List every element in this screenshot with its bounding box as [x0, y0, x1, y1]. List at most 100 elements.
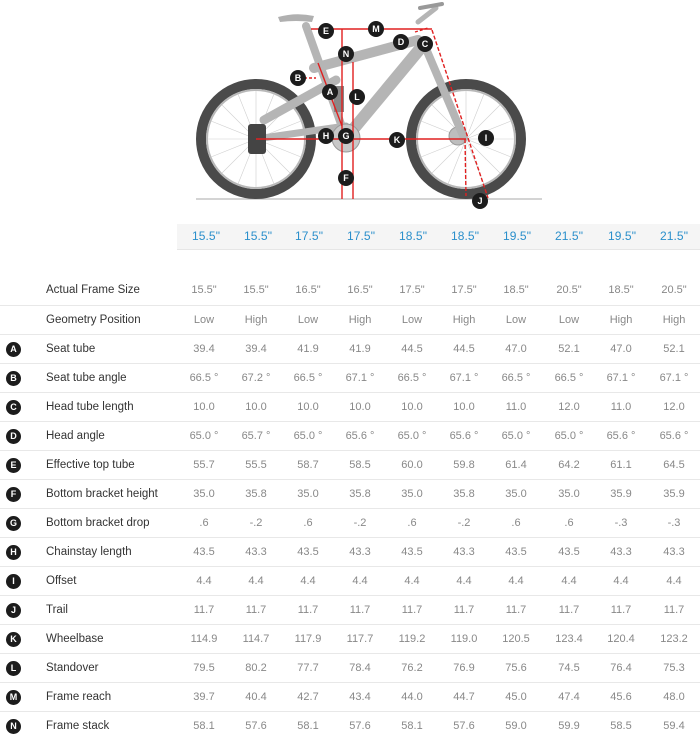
table-cell: 57.6 [349, 720, 371, 732]
table-cell: .6 [303, 517, 313, 529]
row-label: Wheelbase [46, 633, 104, 645]
table-cell: 117.9 [294, 633, 322, 645]
table-cell: 58.1 [297, 720, 319, 732]
table-cell: 39.7 [193, 691, 215, 703]
table-cell: .6 [407, 517, 417, 529]
marker-j: J [472, 193, 488, 209]
table-cell: 43.3 [453, 546, 475, 558]
table-cell: 120.5 [502, 633, 530, 645]
table-cell: 20.5" [556, 284, 582, 296]
table-row: C Head tube length 10.0 10.0 10.0 10.0 10.0 10.… [0, 393, 700, 422]
table-cell: 44.5 [453, 343, 475, 355]
row-label: Bottom bracket drop [46, 517, 150, 529]
frame-size-column-header: 18.5" [450, 229, 480, 243]
marker-m: M [368, 21, 384, 37]
table-cell: 11.7 [245, 604, 267, 616]
marker-g: G [338, 128, 354, 144]
table-row: H Chainstay length 43.5 43.3 43.5 43.3 43.5 43.… [0, 538, 700, 567]
marker-h: H [318, 128, 334, 144]
table-cell: 11.7 [297, 604, 319, 616]
measurement-key-badge: K [6, 632, 21, 647]
table-cell: .6 [564, 517, 574, 529]
measurement-key-badge: E [6, 458, 21, 473]
table-cell: 65.6 ° [345, 430, 375, 442]
table-cell: Low [505, 314, 527, 326]
table-cell: 4.4 [404, 575, 420, 587]
table-cell: 80.2 [245, 662, 267, 674]
table-row: B Seat tube angle 66.5 ° 67.2 ° 66.5 ° 67.1 °… [0, 364, 700, 393]
table-cell: 16.5" [295, 284, 321, 296]
table-cell: .6 [511, 517, 521, 529]
table-cell: 66.5 ° [189, 372, 219, 384]
table-cell: 35.0 [558, 488, 580, 500]
table-cell: 4.4 [561, 575, 577, 587]
table-cell: 123.2 [660, 633, 688, 645]
table-cell: 123.4 [555, 633, 583, 645]
table-cell: 11.7 [193, 604, 215, 616]
table-cell: 55.5 [245, 459, 267, 471]
table-cell: 58.5 [610, 720, 632, 732]
table-cell: 43.4 [349, 691, 371, 703]
table-cell: 17.5" [399, 284, 425, 296]
table-cell: 17.5" [451, 284, 477, 296]
table-cell: 35.8 [453, 488, 475, 500]
measurement-key-badge: G [6, 516, 21, 531]
table-cell: 39.4 [193, 343, 215, 355]
measurement-key-badge: B [6, 371, 21, 386]
table-cell: 77.7 [297, 662, 319, 674]
table-cell: 4.4 [613, 575, 629, 587]
table-cell: 43.5 [558, 546, 580, 558]
handlebar [418, 2, 444, 10]
table-row: F Bottom bracket height 35.0 35.8 35.0 35.8 35… [0, 480, 700, 509]
svg-text:A: A [327, 87, 334, 97]
table-row: A Seat tube 39.4 39.4 41.9 41.9 44.5 44.5 47.0 52… [0, 335, 700, 364]
table-cell: 15.5" [191, 284, 217, 296]
table-cell: 117.7 [346, 633, 374, 645]
measurement-key-badge: L [6, 661, 21, 676]
table-cell: 35.9 [610, 488, 632, 500]
table-cell: 74.5 [558, 662, 580, 674]
table-cell: 11.7 [663, 604, 685, 616]
measurement-key-badge: J [6, 603, 21, 618]
table-cell: 52.1 [558, 343, 580, 355]
table-cell: 15.5" [243, 284, 269, 296]
table-cell: 65.7 ° [241, 430, 271, 442]
table-cell: 66.5 ° [554, 372, 584, 384]
frame-size-column-header: 21.5" [554, 229, 584, 243]
table-cell: 47.4 [558, 691, 580, 703]
svg-text:L: L [354, 92, 360, 102]
table-cell: 65.0 ° [397, 430, 427, 442]
table-cell: 43.5 [401, 546, 423, 558]
table-cell: 61.4 [505, 459, 527, 471]
row-label: Effective top tube [46, 459, 135, 471]
table-cell: 76.9 [453, 662, 475, 674]
marker-l: L [349, 89, 365, 105]
table-cell: 35.0 [297, 488, 319, 500]
row-label: Head angle [46, 430, 105, 442]
table-cell: 35.0 [505, 488, 527, 500]
svg-text:J: J [477, 196, 482, 206]
measurement-key-badge: D [6, 429, 21, 444]
table-row: L Standover 79.5 80.2 77.7 78.4 76.2 76.9 75.6 74… [0, 654, 700, 683]
table-row: M Frame reach 39.7 40.4 42.7 43.4 44.0 44.7 45.0… [0, 683, 700, 712]
frame-size-column-header: 19.5" [502, 229, 532, 243]
table-cell: 11.7 [453, 604, 475, 616]
table-cell: 10.0 [297, 401, 319, 413]
row-label: Offset [46, 575, 77, 587]
measurement-key-badge: F [6, 487, 21, 502]
table-cell: High [244, 314, 268, 326]
measurement-key-badge: H [6, 545, 21, 560]
bike-frame [252, 5, 468, 144]
table-cell: 58.1 [193, 720, 215, 732]
table-cell: 55.7 [193, 459, 215, 471]
measurement-key-badge: N [6, 719, 21, 734]
table-cell: 10.0 [193, 401, 215, 413]
table-cell: 4.4 [456, 575, 472, 587]
table-cell: Low [558, 314, 580, 326]
table-cell: 11.7 [558, 604, 580, 616]
table-cell: 35.8 [245, 488, 267, 500]
table-cell: -.2 [457, 517, 471, 529]
svg-text:D: D [398, 37, 405, 47]
table-cell: 10.0 [349, 401, 371, 413]
table-row: K Wheelbase 114.9 114.7 117.9 117.7 119.2 119.0… [0, 625, 700, 654]
